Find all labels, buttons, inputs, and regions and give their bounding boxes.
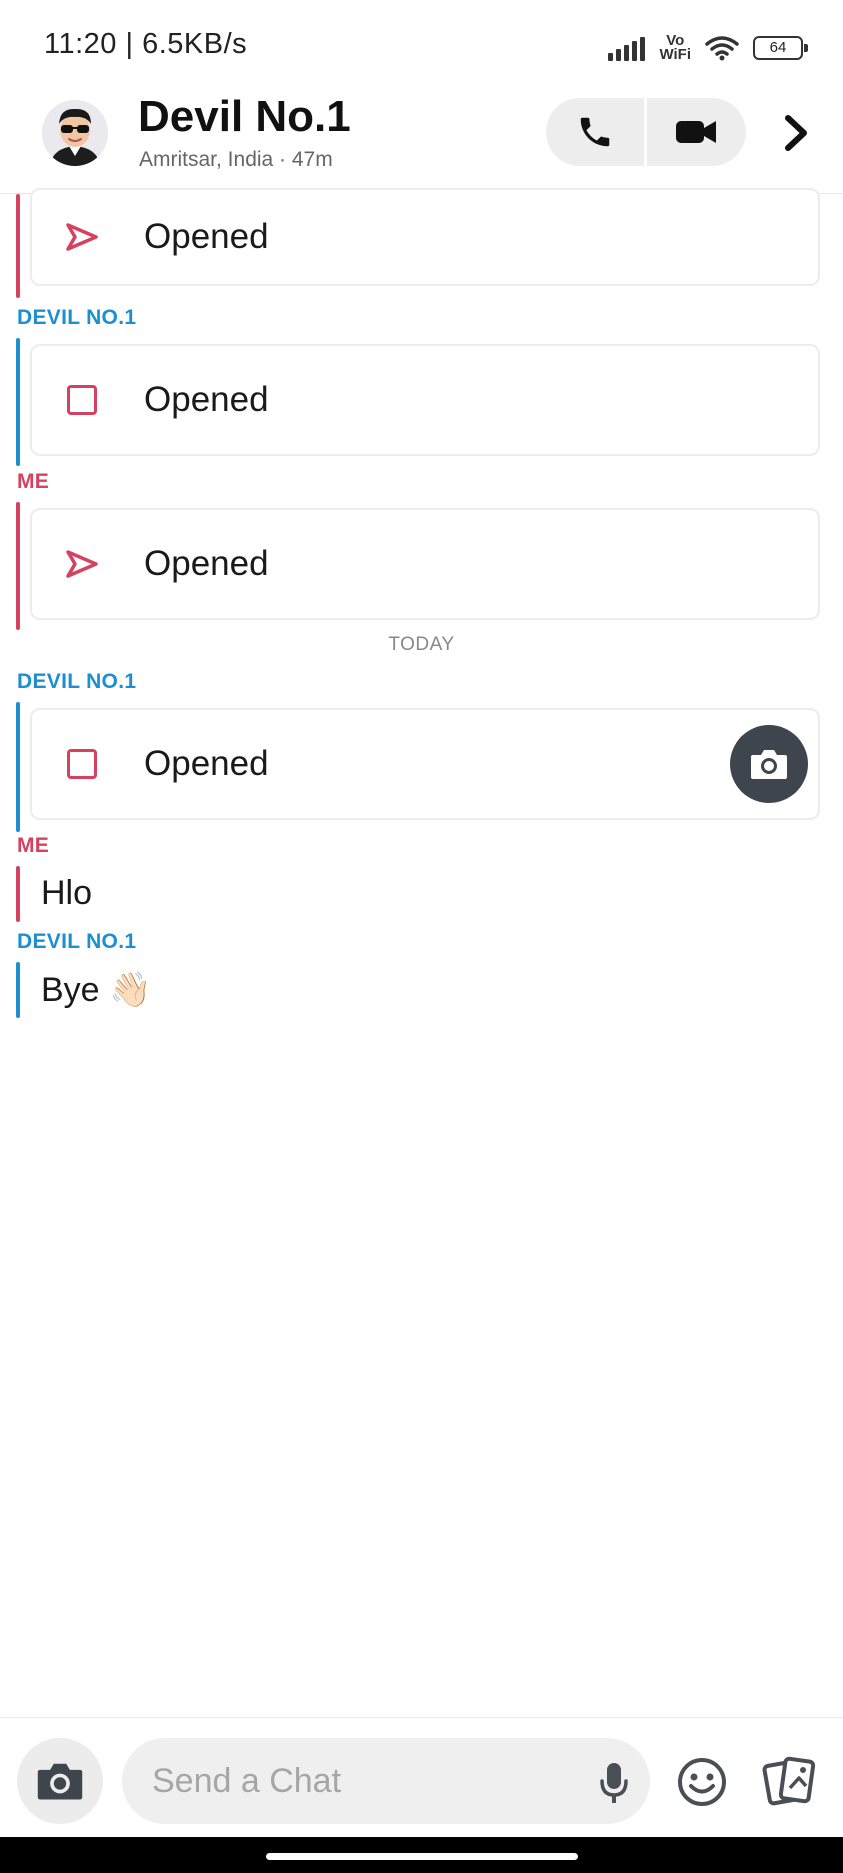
sender-bar-me [16,194,20,298]
voice-call-button[interactable] [546,98,644,166]
chevron-right-icon[interactable] [778,110,814,156]
chat-input-bar [0,1717,843,1837]
sender-label: DEVIL NO.1 [17,306,137,329]
video-call-button[interactable] [647,98,745,166]
camera-icon [37,1763,83,1800]
sent-arrow-icon [64,546,100,582]
sender-label: ME [17,470,50,493]
bitmoji-avatar-icon[interactable] [42,100,108,166]
sender-bar-them [16,702,20,832]
received-snap-icon [64,382,100,418]
received-snap-icon [64,746,100,782]
snap-status: Opened [144,217,269,256]
day-separator: TODAY [388,634,455,655]
sender-bar-me [16,866,20,922]
contact-location-time: Amritsar, India · 47m [139,148,333,171]
system-nav-bar [0,1837,843,1873]
snap-message[interactable]: Opened [30,344,820,456]
signal-icon [608,35,646,61]
sent-arrow-icon [64,219,100,255]
camera-button[interactable] [17,1738,103,1824]
vowifi-indicator: Vo WiFi [659,33,691,63]
emoji-smile-icon[interactable] [676,1756,728,1808]
snap-status: Opened [144,380,269,419]
call-button-group [546,98,746,166]
chat-header: Devil No.1 Amritsar, India · 47m [0,92,843,194]
snap-message[interactable]: Opened [30,188,820,286]
microphone-icon[interactable] [596,1760,632,1806]
status-bar: 11:20 | 6.5KB/s Vo WiFi 64 [0,0,843,92]
send-chat-input[interactable] [122,1738,650,1824]
wifi-icon [705,36,739,61]
sender-bar-me [16,502,20,630]
text-message[interactable]: Bye 👋🏻 [41,970,151,1010]
snap-message[interactable]: Opened [30,508,820,620]
contact-name[interactable]: Devil No.1 [138,92,351,142]
status-time: 11:20 | 6.5KB/s [44,28,248,60]
sender-bar-them [16,962,20,1018]
video-icon [676,121,716,143]
sender-label: DEVIL NO.1 [17,930,137,953]
battery-indicator: 64 [753,36,808,60]
snap-status: Opened [144,744,269,783]
vowifi-bottom: WiFi [659,46,691,63]
snap-status: Opened [144,544,269,583]
reply-camera-button[interactable] [730,725,808,803]
sender-label: ME [17,834,50,857]
phone-icon [580,117,610,147]
sender-bar-them [16,338,20,466]
home-indicator[interactable] [266,1853,578,1860]
snap-message[interactable]: Opened [30,708,820,820]
status-icons: Vo WiFi 64 [608,28,808,68]
stickers-cards-icon[interactable] [760,1754,818,1810]
camera-icon [751,750,787,779]
text-message[interactable]: Hlo [41,874,92,913]
sender-label: DEVIL NO.1 [17,670,137,693]
